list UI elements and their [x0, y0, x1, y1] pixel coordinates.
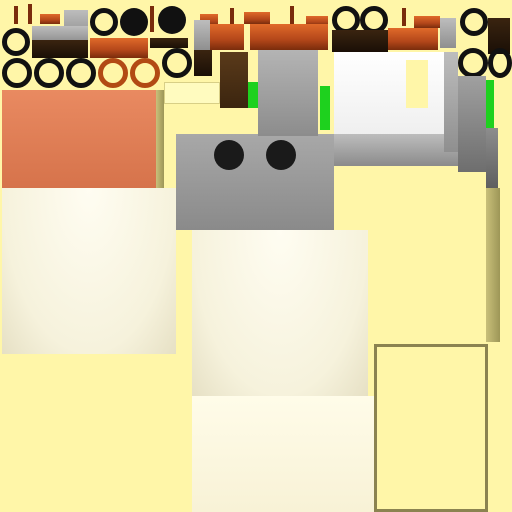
grey-neck-block — [258, 50, 318, 136]
olive-edge — [156, 90, 164, 188]
dark-block — [332, 30, 388, 52]
grey-column — [444, 52, 458, 152]
cream-panel-bottom — [192, 396, 374, 512]
disk-icon — [158, 6, 186, 34]
grey-face-block — [176, 134, 334, 230]
rust-stick — [402, 8, 406, 26]
ring-icon — [90, 8, 118, 36]
cream-panel-left — [2, 188, 176, 354]
rust-stick — [28, 4, 32, 24]
dark-block — [150, 38, 188, 48]
grey-column — [486, 128, 498, 188]
rust-block — [388, 28, 438, 50]
ring-icon — [162, 48, 192, 78]
orange-ring-icon — [130, 58, 160, 88]
rust-block — [40, 14, 60, 24]
empty-frame — [374, 344, 488, 512]
salmon-panel — [2, 90, 156, 188]
ring-icon — [460, 8, 488, 36]
disk-icon — [120, 8, 148, 36]
grey-block — [194, 20, 210, 50]
yellow-insert — [406, 60, 428, 108]
dark-block — [32, 40, 88, 58]
rust-stick — [14, 6, 18, 24]
grey-block — [440, 18, 456, 48]
orange-ring-icon — [98, 58, 128, 88]
rust-block — [244, 12, 270, 24]
ring-icon — [2, 28, 30, 56]
ring-icon — [2, 58, 32, 88]
eye-right-icon — [266, 140, 296, 170]
rust-block — [250, 24, 328, 50]
grey-base — [334, 134, 460, 166]
yellow-tab — [164, 82, 220, 104]
ring-icon — [488, 48, 512, 78]
cream-panel-center — [192, 230, 368, 396]
olive-edge — [486, 188, 500, 342]
rust-block — [90, 38, 148, 58]
ring-icon — [34, 58, 64, 88]
rust-block — [210, 24, 244, 50]
green-strip — [486, 80, 494, 128]
ring-icon — [66, 58, 96, 88]
eye-left-icon — [214, 140, 244, 170]
rust-block — [414, 16, 440, 28]
grey-column — [458, 76, 486, 172]
green-strip — [320, 86, 330, 130]
dark-block — [194, 50, 212, 76]
dark-block — [220, 52, 248, 108]
rust-stick — [150, 6, 154, 32]
ring-icon — [458, 48, 488, 78]
